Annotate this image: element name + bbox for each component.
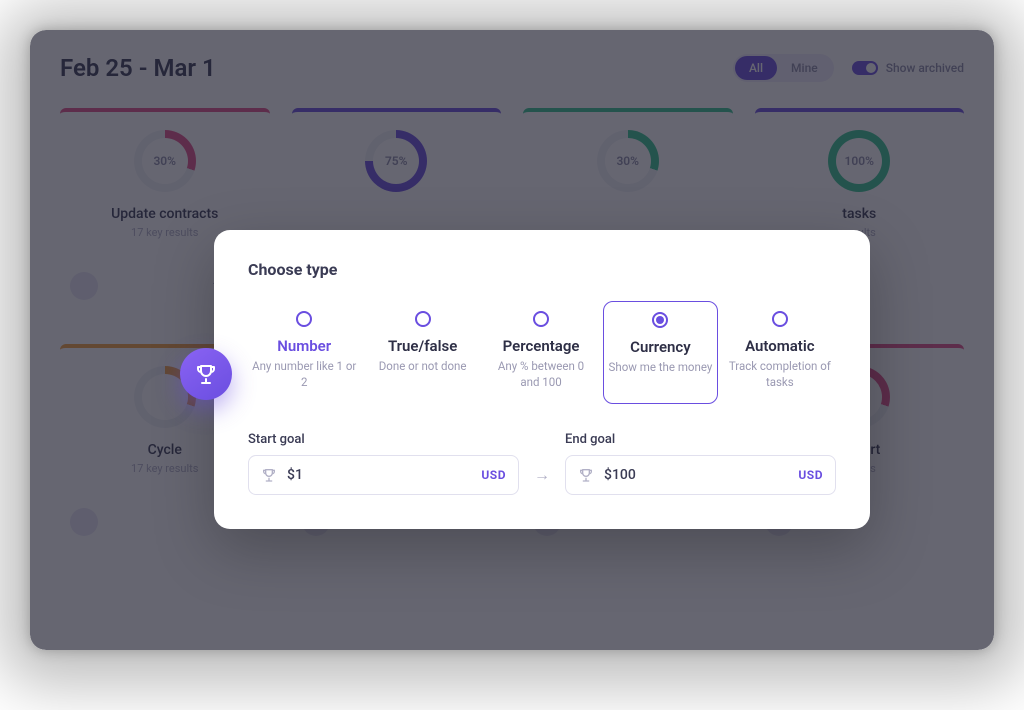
trophy-icon — [578, 467, 594, 483]
radio-icon — [533, 311, 549, 327]
type-option-automatic[interactable]: Automatic Track completion of tasks — [724, 301, 836, 404]
trophy-icon — [261, 467, 277, 483]
type-options: Number Any number like 1 or 2 True/false… — [248, 301, 836, 404]
type-option-currency[interactable]: Currency Show me the money — [603, 301, 717, 404]
modal-title: Choose type — [248, 260, 836, 279]
start-goal-label: Start goal — [248, 432, 519, 447]
type-option-number[interactable]: Number Any number like 1 or 2 — [248, 301, 360, 404]
type-option-truefalse[interactable]: True/false Done or not done — [366, 301, 478, 404]
end-goal-value: $100 — [604, 467, 788, 483]
radio-icon — [652, 312, 668, 328]
radio-icon — [415, 311, 431, 327]
end-goal-col: End goal $100 USD — [565, 432, 836, 495]
arrow-icon: → — [533, 455, 551, 495]
end-goal-label: End goal — [565, 432, 836, 447]
goal-inputs: Start goal $1 USD → End goal — [248, 432, 836, 495]
radio-icon — [296, 311, 312, 327]
start-goal-col: Start goal $1 USD — [248, 432, 519, 495]
currency-label[interactable]: USD — [481, 468, 506, 482]
trophy-icon — [194, 362, 218, 386]
start-goal-value: $1 — [287, 467, 471, 483]
app-window: Feb 25 - Mar 1 All Mine Show archived 30… — [30, 30, 994, 650]
currency-label[interactable]: USD — [798, 468, 823, 482]
type-option-percentage[interactable]: Percentage Any % between 0 and 100 — [485, 301, 597, 404]
trophy-fab[interactable] — [180, 348, 232, 400]
choose-type-modal: Choose type Number Any number like 1 or … — [214, 230, 870, 529]
start-goal-input[interactable]: $1 USD — [248, 455, 519, 495]
radio-icon — [772, 311, 788, 327]
end-goal-input[interactable]: $100 USD — [565, 455, 836, 495]
